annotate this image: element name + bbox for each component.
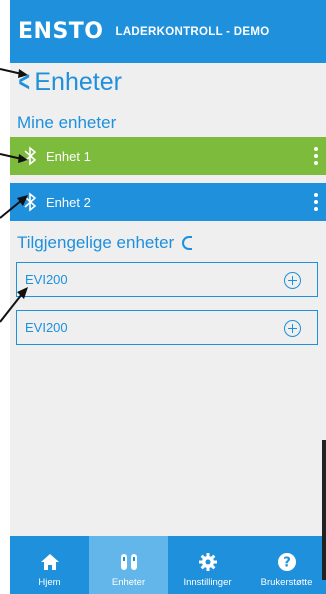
tab-label: Brukerstøtte <box>260 577 313 588</box>
gear-icon <box>198 553 217 571</box>
available-device-item[interactable]: EVI200 <box>16 262 318 297</box>
device-item-enhet-1[interactable]: Enhet 1 <box>10 137 326 175</box>
available-device-label: EVI200 <box>25 272 68 287</box>
add-device-icon[interactable] <box>284 320 301 337</box>
loading-spinner-icon <box>182 236 193 250</box>
tab-hjem[interactable]: Hjem <box>10 536 89 594</box>
add-device-icon[interactable] <box>284 272 301 289</box>
device-label: Enhet 1 <box>46 148 91 164</box>
annotation-arrow <box>0 195 28 219</box>
device-item-enhet-2[interactable]: Enhet 2 <box>10 183 326 221</box>
tab-label: Hjem <box>38 577 61 588</box>
more-options-icon[interactable] <box>314 193 318 211</box>
annotation-arrow <box>0 287 28 323</box>
bottom-tab-bar: Hjem Enheter Innstillinger ? Brukerstøtt… <box>10 536 326 594</box>
tab-brukerstotte[interactable]: ? Brukerstøtte <box>247 536 326 594</box>
available-device-item[interactable]: EVI200 <box>16 310 318 345</box>
devices-icon <box>120 554 137 570</box>
help-icon: ? <box>277 553 296 571</box>
app-header: ENSTO LADERKONTROLL - DEMO <box>10 0 326 63</box>
available-devices-heading: Tilgjengelige enheter <box>17 233 193 253</box>
my-devices-heading: Mine enheter <box>17 113 117 132</box>
side-edge <box>322 440 326 580</box>
ensto-logo: ENSTO <box>18 19 104 44</box>
device-label: Enhet 2 <box>46 194 91 210</box>
annotation-arrow <box>0 68 28 78</box>
tab-innstillinger[interactable]: Innstillinger <box>168 536 247 594</box>
home-icon <box>40 554 59 570</box>
back-button[interactable]: < Enheter <box>16 64 122 100</box>
tab-label: Innstillinger <box>183 577 232 588</box>
app-title: LADERKONTROLL - DEMO <box>115 25 270 38</box>
tab-label: Enheter <box>111 577 146 588</box>
available-devices-label: Tilgjengelige enheter <box>17 233 175 252</box>
app-screen: ENSTO LADERKONTROLL - DEMO < Enheter Min… <box>10 0 326 594</box>
svg-text:?: ? <box>283 556 291 571</box>
page-title: Enheter <box>34 67 122 96</box>
available-device-label: EVI200 <box>25 320 68 335</box>
tab-enheter[interactable]: Enheter <box>89 536 168 594</box>
annotation-arrow <box>0 153 28 163</box>
more-options-icon[interactable] <box>314 147 318 165</box>
